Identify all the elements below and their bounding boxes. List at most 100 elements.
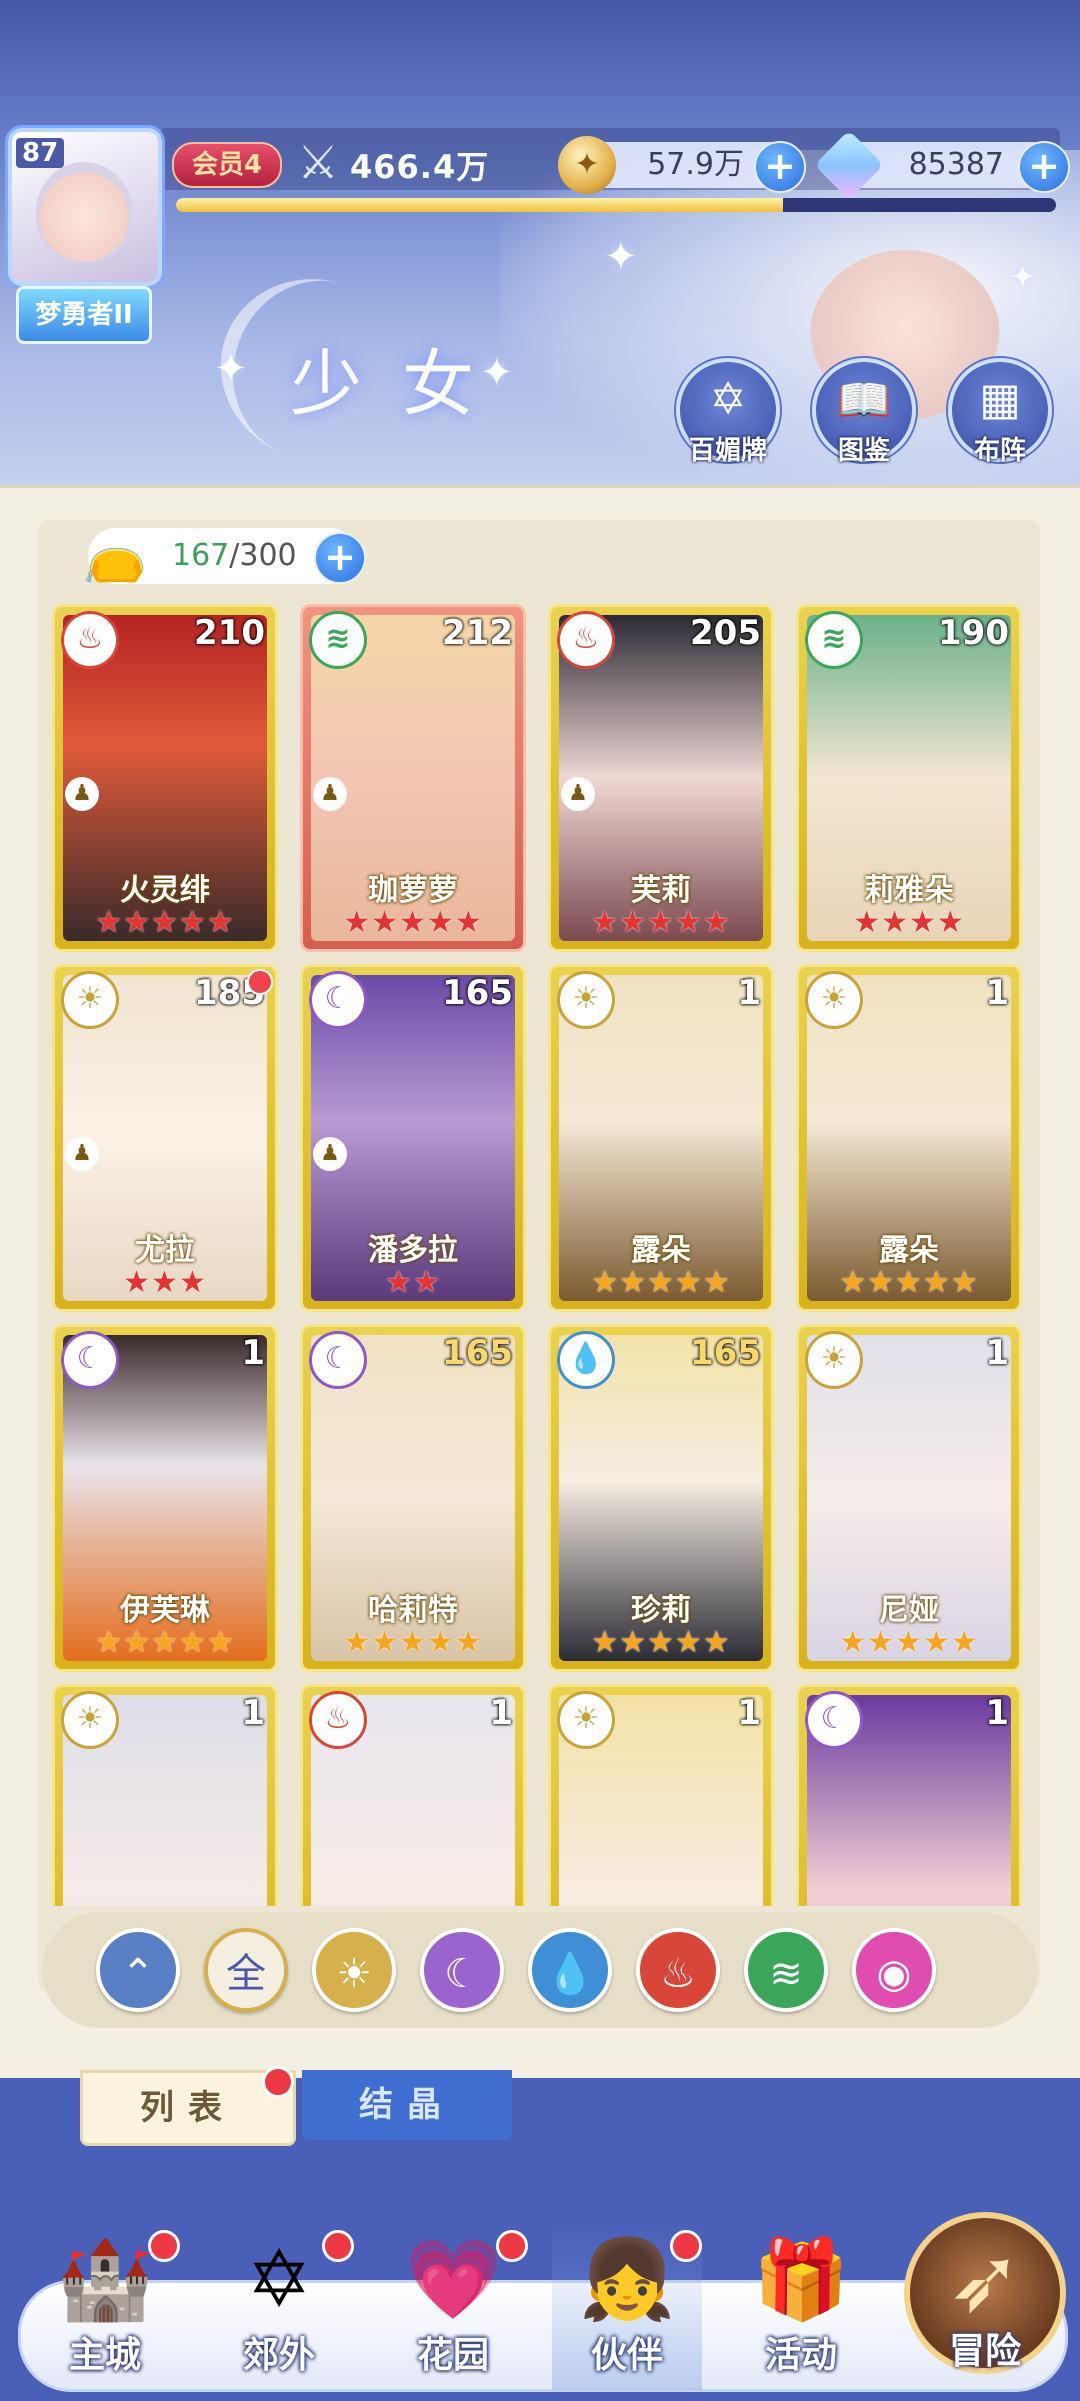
character-grid: ♨ 210 ♟ 火灵绯 ★★★★★ ≋ 212 ♟ 珈萝萝 ★★★★★ ♨ 205 ♟ 芙莉 ★★★★★ ≋ 1…: [52, 604, 1032, 1906]
all-icon: 全: [226, 1951, 266, 1997]
deployed-pawn-icon: ♟: [561, 777, 595, 811]
filter-fire-button[interactable]: ♨: [636, 1928, 720, 2012]
character-card[interactable]: ☾ 1 伊芙琳 ★★★★★: [52, 1324, 278, 1672]
formation-button[interactable]: ▦ 布阵: [948, 358, 1052, 466]
character-card[interactable]: ☀ 1 尼娅 ★★★★★: [796, 1324, 1022, 1672]
star-rating: ★★★: [123, 1265, 207, 1300]
character-card[interactable]: ☀ 1 露朵 ★★★★★: [548, 964, 774, 1312]
character-level: 205: [690, 613, 761, 653]
moon-element-icon: ☾: [309, 971, 367, 1029]
character-level: 190: [938, 613, 1009, 653]
nav-item[interactable]: 👧 伙伴: [552, 2220, 702, 2390]
capacity-current: 167: [172, 538, 230, 573]
fire-element-icon: ♨: [309, 1691, 367, 1749]
combat-power: 466.4万: [350, 148, 490, 186]
moon-element-icon: ☾: [805, 1691, 863, 1749]
tab-crystal[interactable]: 结晶: [302, 2070, 512, 2140]
character-card[interactable]: ≋ 190 莉雅朵 ★★★★: [796, 604, 1022, 952]
gold-value: 57.9万: [647, 147, 744, 182]
avatar-portrait: [36, 162, 132, 262]
nav-label: 花园: [416, 2335, 489, 2376]
hexagram-card-icon: ✡: [709, 374, 747, 425]
player-level: 87: [16, 138, 65, 168]
sort-up-icon: ⌃: [121, 1951, 155, 1997]
star-rating: ★★★★★: [839, 1625, 979, 1660]
nav-item[interactable]: 🏰 主城: [30, 2220, 180, 2390]
fire-icon: ♨: [660, 1951, 696, 1997]
nav-item[interactable]: ✡ 郊外: [204, 2220, 354, 2390]
character-name: 哈莉特: [368, 1593, 458, 1628]
filter-light-button[interactable]: ☀: [312, 1928, 396, 2012]
star-rating: ★★★★★: [591, 1625, 731, 1660]
vip-badge[interactable]: 会员4: [172, 142, 282, 188]
character-card[interactable]: ☾ 165 哈莉特 ★★★★★: [300, 1324, 526, 1672]
power-sword-icon: ⚔: [297, 135, 339, 189]
character-card[interactable]: ≋ 212 ♟ 珈萝萝 ★★★★★: [300, 604, 526, 952]
nav-label: 活动: [764, 2335, 837, 2376]
deployed-pawn-icon: ♟: [313, 1137, 347, 1171]
filter-all-button[interactable]: 全: [204, 1928, 288, 2012]
character-card[interactable]: 💧 165 珍莉 ★★★★★: [548, 1324, 774, 1672]
fire-element-icon: ♨: [557, 611, 615, 669]
player-title-badge[interactable]: 梦勇者II: [16, 286, 152, 344]
star-rating: ★★: [385, 1265, 441, 1300]
star-rating: ★★★★★: [343, 905, 483, 940]
wind-icon: ≋: [769, 1951, 803, 1997]
character-level: 210: [194, 613, 265, 653]
water-drop-icon: 💧: [545, 1951, 595, 1997]
gold-coin-icon: ✦: [558, 136, 616, 194]
nav-item[interactable]: 🎁 活动: [726, 2220, 876, 2390]
character-card[interactable]: ♨ 210 ♟ 火灵绯 ★★★★★: [52, 604, 278, 952]
character-name: 露朵: [879, 1233, 939, 1268]
book-icon: 📖: [836, 375, 892, 426]
nav-label: 伙伴: [590, 2335, 663, 2376]
character-card[interactable]: ☾ 1: [796, 1684, 1022, 1906]
character-level: 1: [737, 973, 761, 1013]
player-avatar[interactable]: 87: [8, 128, 162, 286]
character-card[interactable]: ☾ 165 ♟ 潘多拉 ★★: [300, 964, 526, 1312]
nav-adventure[interactable]: ➶ 冒险: [904, 2212, 1066, 2374]
character-name: 露朵: [631, 1233, 691, 1268]
character-card[interactable]: ♨ 1: [300, 1684, 526, 1906]
character-name: 莉雅朵: [864, 873, 954, 908]
character-level: 212: [442, 613, 513, 653]
codex-button[interactable]: 📖 图鉴: [812, 358, 916, 466]
nav-item[interactable]: 💗 花园: [378, 2220, 528, 2390]
filter-moon-button[interactable]: ☾: [420, 1928, 504, 2012]
filter-sort-button[interactable]: ⌃: [96, 1928, 180, 2012]
character-level: 1: [489, 1693, 513, 1733]
sparkle-icon: ✦: [604, 234, 638, 280]
star-rating: ★★★★: [853, 905, 965, 940]
character-name: 潘多拉: [368, 1233, 458, 1268]
character-level: 1: [985, 1333, 1009, 1373]
charm-card-button[interactable]: ✡ 百媚牌: [676, 358, 780, 466]
character-card[interactable]: ♨ 205 ♟ 芙莉 ★★★★★: [548, 604, 774, 952]
moon-element-icon: ☾: [61, 1331, 119, 1389]
character-name: 尼娅: [879, 1593, 939, 1628]
character-level: 1: [985, 1693, 1009, 1733]
star-rating: ★★★★★: [591, 905, 731, 940]
sun-icon: ☀: [336, 1951, 372, 1997]
partner-icon: 👧: [578, 2235, 676, 2325]
wind-element-icon: ≋: [805, 611, 863, 669]
add-gold-button[interactable]: +: [754, 141, 806, 193]
moon-element-icon: ☾: [309, 1331, 367, 1389]
wind-element-icon: ≋: [309, 611, 367, 669]
nav-label: 郊外: [242, 2335, 315, 2376]
character-card[interactable]: ☀ 1: [52, 1684, 278, 1906]
filter-water-button[interactable]: 💧: [528, 1928, 612, 2012]
character-card[interactable]: ☀ 1: [548, 1684, 774, 1906]
character-card[interactable]: ☀ 1 露朵 ★★★★★: [796, 964, 1022, 1312]
character-level: 165: [442, 1333, 513, 1373]
formation-label: 布阵: [973, 436, 1026, 466]
character-card[interactable]: ☀ 185 ♟ 尤拉 ★★★: [52, 964, 278, 1312]
star-rating: ★★★★★: [591, 1265, 731, 1300]
filter-arcane-button[interactable]: ◉: [852, 1928, 936, 2012]
filter-wind-button[interactable]: ≋: [744, 1928, 828, 2012]
heart-icon: 💗: [404, 2235, 502, 2325]
add-gems-button[interactable]: +: [1018, 141, 1070, 193]
fire-element-icon: ♨: [61, 611, 119, 669]
character-level: 165: [442, 973, 513, 1013]
expand-capacity-button[interactable]: +: [314, 532, 366, 584]
codex-label: 图鉴: [837, 436, 890, 466]
